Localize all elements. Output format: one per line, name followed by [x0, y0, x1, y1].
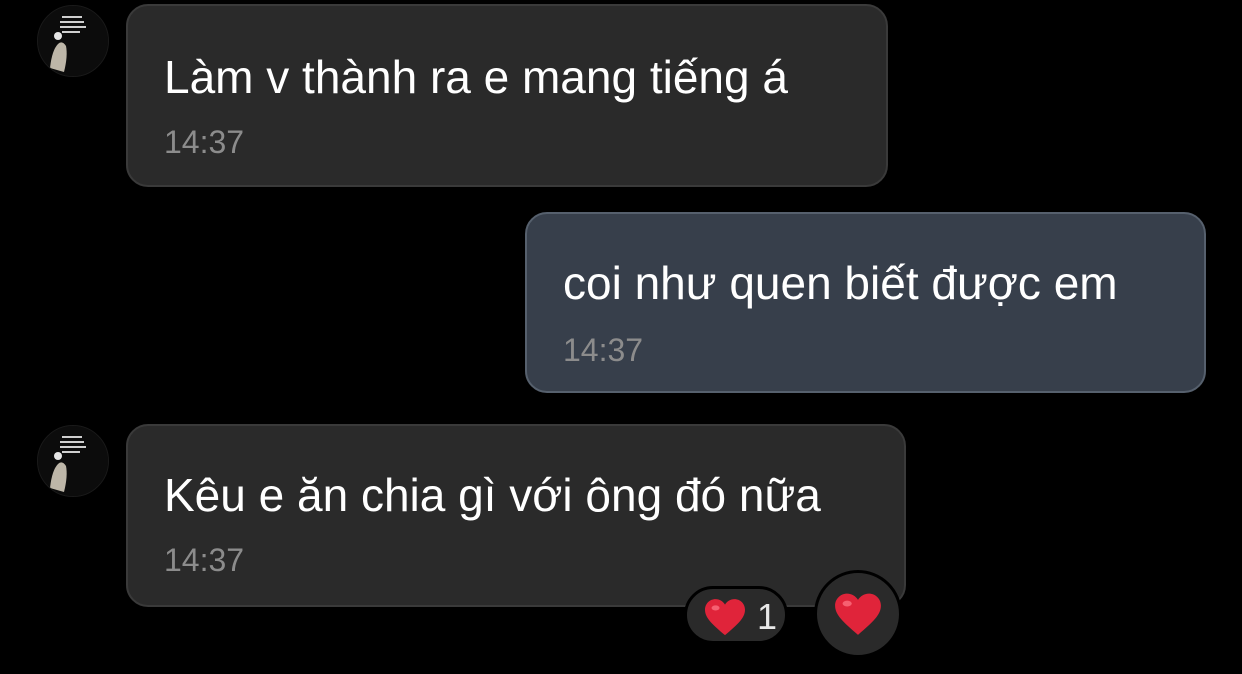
- heart-icon: [835, 593, 881, 635]
- avatar-image: [38, 426, 108, 496]
- quick-react-button[interactable]: [814, 570, 902, 658]
- message-text: Làm v thành ra e mang tiếng á: [164, 51, 788, 103]
- message-timestamp: 14:37: [563, 332, 644, 368]
- message-timestamp: 14:37: [164, 542, 245, 578]
- heart-icon: [705, 599, 745, 636]
- sender-avatar[interactable]: [37, 5, 109, 77]
- reaction-summary[interactable]: 1: [684, 586, 788, 644]
- avatar-image: [38, 6, 108, 76]
- message-bubble-outgoing[interactable]: coi như quen biết được em 14:37: [525, 212, 1206, 393]
- message-text: coi như quen biết được em: [563, 257, 1118, 309]
- message-bubble-incoming[interactable]: Kêu e ăn chia gì với ông đó nữa 14:37: [126, 424, 906, 607]
- reaction-count: 1: [757, 596, 778, 637]
- sender-avatar[interactable]: [37, 425, 109, 497]
- message-text: Kêu e ăn chia gì với ông đó nữa: [164, 469, 821, 521]
- message-timestamp: 14:37: [164, 124, 245, 160]
- message-bubble-incoming[interactable]: Làm v thành ra e mang tiếng á 14:37: [126, 4, 888, 187]
